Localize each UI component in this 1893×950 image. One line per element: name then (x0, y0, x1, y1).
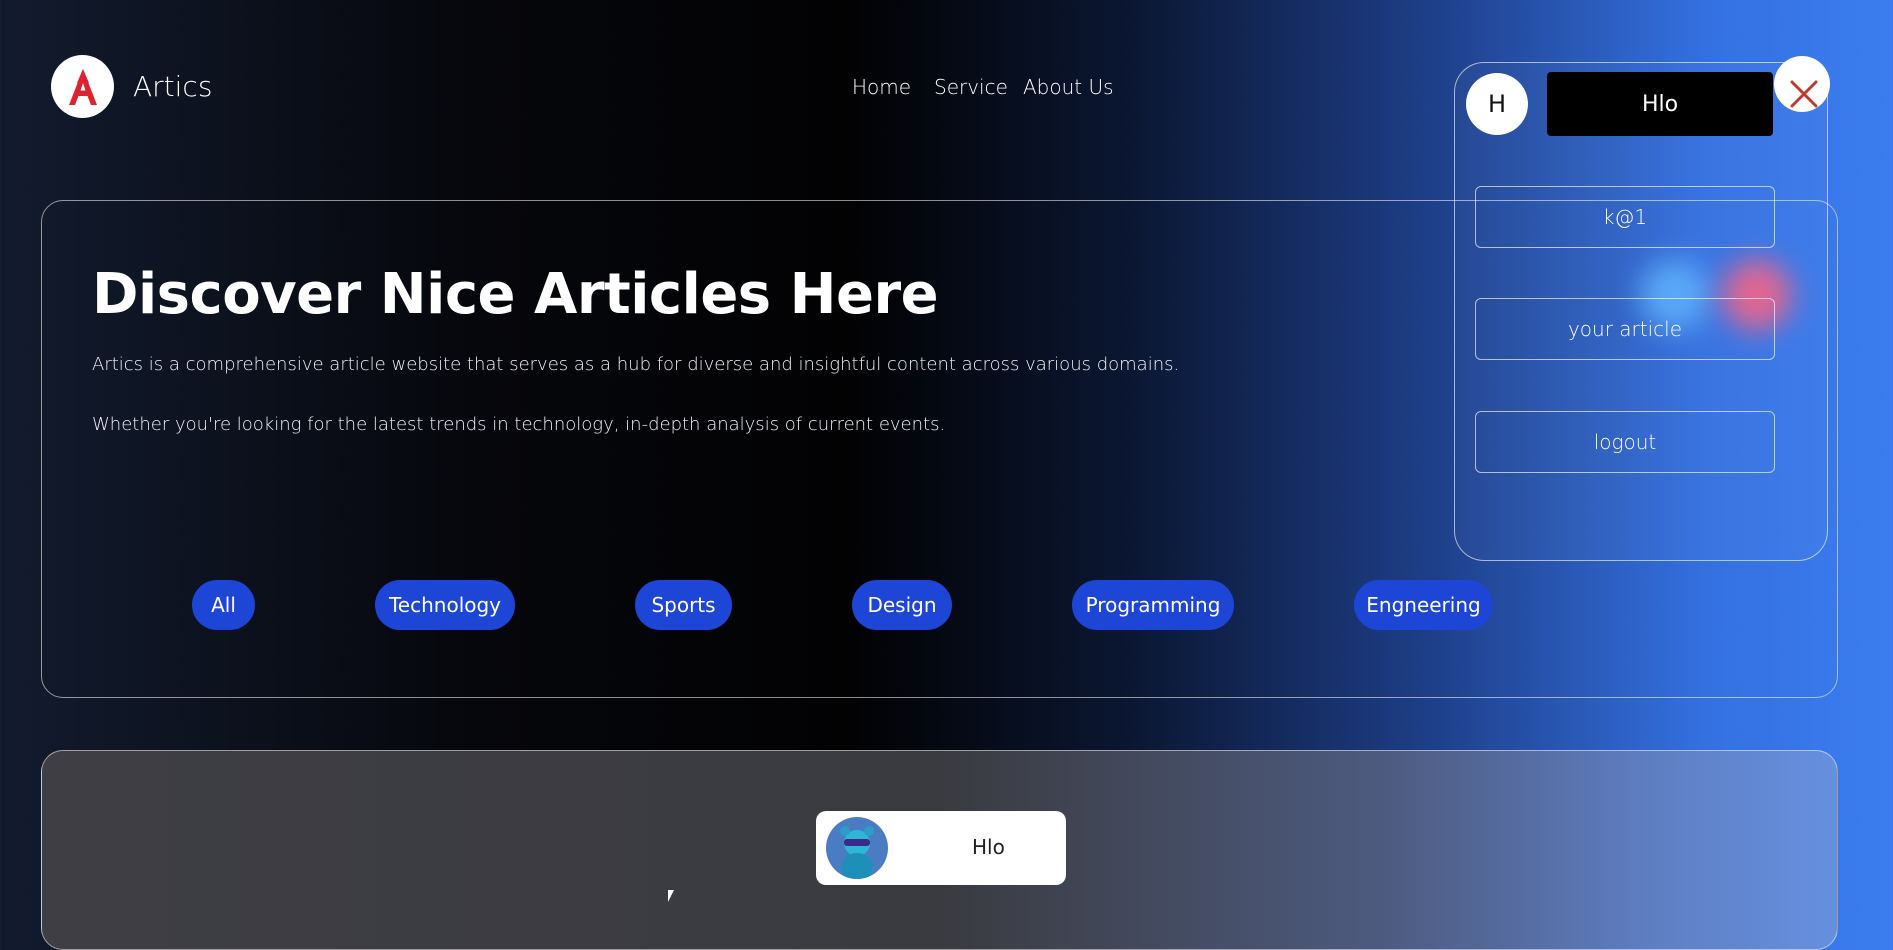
mouse-cursor-icon (668, 890, 674, 902)
nav-about-us[interactable]: About Us (1023, 75, 1114, 99)
category-sports[interactable]: Sports (635, 580, 732, 630)
category-technology[interactable]: Technology (375, 580, 515, 630)
logout-button[interactable]: logout (1475, 411, 1775, 473)
dog-avatar-icon (826, 817, 888, 879)
nav-home[interactable]: Home (852, 75, 911, 99)
author-card[interactable]: Hlo (816, 811, 1066, 885)
category-design[interactable]: Design (852, 580, 952, 630)
author-name: Hlo (972, 835, 1005, 859)
hero-description: Artics is a comprehensive article websit… (92, 354, 1180, 375)
nav-service[interactable]: Service (934, 75, 1008, 99)
avatar: H (1466, 73, 1528, 135)
your-article-button[interactable]: your article (1475, 298, 1775, 360)
hero-title: Discover Nice Articles Here (92, 262, 939, 327)
close-icon[interactable] (1788, 78, 1820, 110)
brand-name: Artics (133, 70, 213, 103)
profile-email-button[interactable]: k@1 (1475, 186, 1775, 248)
logo[interactable] (51, 55, 114, 118)
category-programming[interactable]: Programming (1072, 580, 1234, 630)
category-all[interactable]: All (192, 580, 255, 630)
hero-description-2: Whether you're looking for the latest tr… (92, 414, 946, 435)
profile-username: Hlo (1547, 72, 1773, 136)
category-engineering[interactable]: Engneering (1354, 580, 1493, 630)
angular-a-logo-icon (68, 68, 97, 105)
